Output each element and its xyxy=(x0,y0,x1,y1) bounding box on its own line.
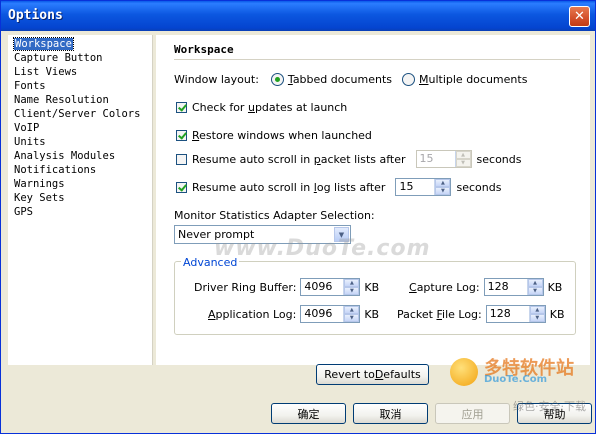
spin-up-icon[interactable]: ▲ xyxy=(527,279,543,287)
auto-scroll-packet-label[interactable]: Resume auto scroll in packet lists after xyxy=(192,153,406,166)
nav-item-notifications[interactable]: Notifications xyxy=(8,163,152,177)
apply-button[interactable]: 应用 xyxy=(435,403,510,424)
nav-item-capture-button[interactable]: Capture Button xyxy=(8,51,152,65)
driver-ring-buffer-label: Driver Ring Buffer: xyxy=(194,280,297,294)
nav-item-client-server-colors[interactable]: Client/Server Colors xyxy=(8,107,152,121)
application-log-label: Application Log: xyxy=(208,307,297,321)
window-title: Options xyxy=(8,8,63,23)
nav-item-warnings[interactable]: Warnings xyxy=(8,177,152,191)
spin-up-icon[interactable]: ▲ xyxy=(455,151,471,159)
options-nav-list[interactable]: Workspace Capture Button List Views Font… xyxy=(8,35,153,365)
application-log-stepper[interactable]: 4096 ▲ ▼ xyxy=(300,305,361,323)
auto-scroll-log-stepper[interactable]: 15 ▲ ▼ xyxy=(395,178,452,196)
packet-file-log-unit: KB xyxy=(549,307,565,321)
auto-scroll-log-row: Resume auto scroll in log lists after 15… xyxy=(176,177,501,197)
window-layout-row: Window layout: Tabbed documents Multiple… xyxy=(174,73,527,86)
site-watermark: www.DuoTe.com xyxy=(214,236,431,261)
spin-down-icon[interactable]: ▼ xyxy=(529,314,545,322)
ok-button[interactable]: 确定 xyxy=(271,403,346,424)
cancel-button[interactable]: 取消 xyxy=(353,403,428,424)
spin-up-icon[interactable]: ▲ xyxy=(529,306,545,314)
spin-down-icon[interactable]: ▼ xyxy=(435,187,451,195)
spin-down-icon[interactable]: ▼ xyxy=(344,314,360,322)
nav-item-gps[interactable]: GPS xyxy=(8,205,152,219)
options-window: Options ✕ Workspace Capture Button List … xyxy=(0,0,596,434)
packet-file-log-label: Packet File Log: xyxy=(397,307,482,321)
driver-ring-buffer-stepper[interactable]: 4096 ▲ ▼ xyxy=(300,278,361,296)
restore-windows-label[interactable]: Restore windows when launched xyxy=(192,129,372,142)
monitor-stats-label-row: Monitor Statistics Adapter Selection: xyxy=(174,209,375,222)
capture-log-label: Capture Log: xyxy=(409,280,480,294)
driver-ring-buffer-unit: KB xyxy=(364,280,380,294)
restore-windows-row: Restore windows when launched xyxy=(176,129,372,142)
workspace-panel: Workspace Window layout: Tabbed document… xyxy=(156,35,590,385)
revert-to-defaults-button[interactable]: Revert to Defaults xyxy=(316,364,429,385)
watermark-logo: 多特软件站 DuoTe.Com xyxy=(450,354,580,394)
check-updates-row: Check for updates at launch xyxy=(176,101,347,114)
spin-up-icon[interactable]: ▲ xyxy=(435,179,451,187)
page-title: Workspace xyxy=(174,43,234,56)
nav-item-key-sets[interactable]: Key Sets xyxy=(8,191,152,205)
auto-scroll-log-checkbox[interactable] xyxy=(176,181,187,193)
auto-scroll-log-unit: seconds xyxy=(456,180,502,194)
spin-up-icon[interactable]: ▲ xyxy=(344,279,360,287)
auto-scroll-packet-checkbox[interactable] xyxy=(176,153,187,165)
nav-item-workspace[interactable]: Workspace xyxy=(8,37,152,51)
auto-scroll-packet-row: Resume auto scroll in packet lists after… xyxy=(176,149,522,169)
nav-item-voip[interactable]: VoIP xyxy=(8,121,152,135)
application-log-row: Application Log: 4096 ▲ ▼ KB xyxy=(208,304,379,324)
nav-item-fonts[interactable]: Fonts xyxy=(8,79,152,93)
spin-down-icon[interactable]: ▼ xyxy=(527,287,543,295)
restore-windows-checkbox[interactable] xyxy=(176,130,187,141)
window-layout-label: Window layout: xyxy=(174,73,259,86)
close-icon[interactable]: ✕ xyxy=(569,6,590,27)
mascot-logo-icon xyxy=(450,358,478,386)
check-updates-label[interactable]: Check for updates at launch xyxy=(192,101,347,114)
tabbed-documents-label[interactable]: Tabbed documents xyxy=(288,73,392,86)
bottom-watermark: 绿色·安全·下载 xyxy=(513,400,586,413)
multiple-documents-label[interactable]: Multiple documents xyxy=(419,73,527,86)
auto-scroll-log-label[interactable]: Resume auto scroll in log lists after xyxy=(192,181,385,194)
check-updates-checkbox[interactable] xyxy=(176,102,187,113)
nav-item-name-resolution[interactable]: Name Resolution xyxy=(8,93,152,107)
title-divider xyxy=(174,59,580,60)
dialog-content: Workspace Capture Button List Views Font… xyxy=(4,31,592,430)
nav-item-units[interactable]: Units xyxy=(8,135,152,149)
spin-up-icon[interactable]: ▲ xyxy=(344,306,360,314)
multiple-documents-radio[interactable] xyxy=(402,73,415,86)
auto-scroll-packet-unit: seconds xyxy=(476,152,522,166)
capture-log-stepper[interactable]: 128 ▲ ▼ xyxy=(483,278,544,296)
spin-down-icon[interactable]: ▼ xyxy=(344,287,360,295)
driver-ring-buffer-row: Driver Ring Buffer: 4096 ▲ ▼ KB xyxy=(194,277,379,297)
spin-down-icon[interactable]: ▼ xyxy=(455,159,471,167)
title-bar[interactable]: Options ✕ xyxy=(1,1,595,31)
tabbed-documents-radio[interactable] xyxy=(270,73,284,86)
auto-scroll-packet-stepper[interactable]: 15 ▲ ▼ xyxy=(415,150,472,168)
packet-file-log-row: Packet File Log: 128 ▲ ▼ KB xyxy=(397,304,565,324)
capture-log-unit: KB xyxy=(547,280,563,294)
monitor-stats-label: Monitor Statistics Adapter Selection: xyxy=(174,209,375,222)
application-log-unit: KB xyxy=(364,307,380,321)
nav-item-list-views[interactable]: List Views xyxy=(8,65,152,79)
capture-log-row: Capture Log: 128 ▲ ▼ KB xyxy=(409,277,562,297)
packet-file-log-stepper[interactable]: 128 ▲ ▼ xyxy=(485,305,546,323)
nav-item-analysis-modules[interactable]: Analysis Modules xyxy=(8,149,152,163)
